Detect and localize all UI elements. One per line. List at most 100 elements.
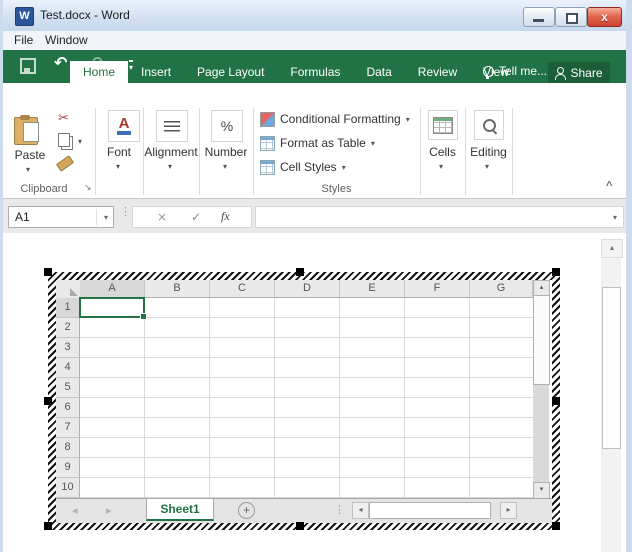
- cells-dropdown-icon: ▾: [439, 162, 443, 171]
- row-header-3[interactable]: 3: [56, 338, 80, 358]
- share-button[interactable]: Share: [548, 62, 610, 83]
- column-header-a[interactable]: A: [80, 280, 145, 298]
- number-group-label: Number: [199, 145, 253, 159]
- select-all-corner[interactable]: [56, 280, 81, 299]
- hscroll-left-icon[interactable]: ◂: [352, 502, 369, 519]
- cells-group-button[interactable]: Cells ▾: [420, 105, 465, 185]
- collapse-ribbon-button[interactable]: ^: [606, 180, 612, 192]
- column-header-d[interactable]: D: [275, 280, 340, 298]
- ribbon-header: ↶ ▾ ↷ ▾ ▾ Home Insert Page Layout Formul…: [0, 50, 632, 83]
- styles-group-label: Styles: [253, 183, 420, 195]
- menu-file[interactable]: File: [14, 33, 33, 47]
- font-group-button[interactable]: A Font ▾: [95, 105, 143, 185]
- percent-icon: %: [211, 110, 243, 142]
- row-header-5[interactable]: 5: [56, 378, 80, 398]
- row-header-8[interactable]: 8: [56, 438, 80, 458]
- sheet-vertical-scrollbar[interactable]: ▴ ▾: [533, 280, 549, 498]
- formula-buttons: × ✓ fx: [132, 206, 252, 228]
- document-scrollbar-thumb[interactable]: [602, 287, 621, 449]
- scroll-up-icon[interactable]: ▴: [601, 239, 623, 258]
- column-header-f[interactable]: F: [405, 280, 470, 298]
- column-header-e[interactable]: E: [340, 280, 405, 298]
- tab-page-layout[interactable]: Page Layout: [184, 61, 277, 83]
- cut-button[interactable]: ✂: [58, 111, 69, 126]
- active-cell-a1[interactable]: [79, 297, 145, 318]
- expand-formula-bar-icon[interactable]: ▾: [613, 213, 617, 222]
- resize-handle-top-middle[interactable]: [296, 268, 304, 276]
- minimize-button[interactable]: [523, 7, 555, 27]
- menu-window[interactable]: Window: [45, 33, 88, 47]
- resize-handle-bottom-right[interactable]: [552, 522, 560, 530]
- sheet-vscroll-thumb[interactable]: [533, 295, 550, 385]
- row-header-6[interactable]: 6: [56, 398, 80, 418]
- number-dropdown-icon: ▾: [223, 162, 227, 171]
- row-header-4[interactable]: 4: [56, 358, 80, 378]
- editing-group-button[interactable]: Editing ▾: [465, 105, 512, 185]
- format-as-table-button[interactable]: Format as Table ▾: [260, 135, 375, 151]
- clipboard-group-label: Clipboard: [6, 183, 82, 195]
- cells-icon: [428, 110, 458, 140]
- editing-group-label: Editing: [465, 145, 512, 159]
- titlebar[interactable]: W Test.docx - Word x: [0, 0, 632, 32]
- tab-formulas[interactable]: Formulas: [277, 61, 353, 83]
- tell-me-box[interactable]: Tell me...: [483, 64, 547, 78]
- fill-handle[interactable]: [140, 313, 147, 320]
- name-box[interactable]: A1 ▾: [8, 206, 114, 228]
- editing-dropdown-icon: ▾: [485, 162, 489, 171]
- tab-data[interactable]: Data: [353, 61, 404, 83]
- restore-button[interactable]: [555, 7, 587, 27]
- column-header-c[interactable]: C: [210, 280, 275, 298]
- share-label: Share: [570, 66, 602, 80]
- save-icon[interactable]: [20, 58, 36, 74]
- menubar: File Window: [0, 31, 632, 50]
- window-border-right: [626, 0, 632, 552]
- formula-input[interactable]: ▾: [255, 206, 624, 228]
- conditional-formatting-button[interactable]: Conditional Formatting ▾: [260, 111, 410, 127]
- cell-styles-button[interactable]: Cell Styles ▾: [260, 159, 346, 175]
- tab-review[interactable]: Review: [405, 61, 470, 83]
- hscroll-thumb[interactable]: [369, 502, 491, 519]
- copy-button[interactable]: [58, 133, 70, 147]
- number-group-button[interactable]: % Number ▾: [199, 105, 253, 185]
- sheet-nav-right-icon[interactable]: ▸: [106, 504, 112, 517]
- undo-button[interactable]: ↶: [54, 53, 67, 72]
- tab-home[interactable]: Home: [70, 61, 128, 83]
- formula-bar: A1 ▾ ⋮ × ✓ fx ▾: [0, 199, 632, 234]
- resize-handle-top-right[interactable]: [552, 268, 560, 276]
- sheet-cells[interactable]: [80, 298, 533, 499]
- paste-dropdown-icon: ▾: [26, 165, 30, 174]
- dropdown-icon: ▾: [342, 163, 346, 172]
- close-button[interactable]: x: [587, 7, 622, 27]
- enter-icon[interactable]: ✓: [191, 210, 201, 224]
- format-painter-button[interactable]: [56, 155, 74, 172]
- row-header-7[interactable]: 7: [56, 418, 80, 438]
- row-header-1[interactable]: 1: [56, 298, 80, 318]
- lightbulb-icon: [483, 66, 494, 77]
- insert-function-icon[interactable]: fx: [221, 209, 230, 224]
- alignment-group-button[interactable]: Alignment ▾: [143, 105, 199, 185]
- resize-handle-top-left[interactable]: [44, 268, 52, 276]
- resize-handle-bottom-middle[interactable]: [296, 522, 304, 530]
- window-title: Test.docx - Word: [40, 8, 130, 22]
- column-header-g[interactable]: G: [470, 280, 533, 298]
- clipboard-dialog-launcher-icon[interactable]: ↘: [84, 183, 92, 193]
- copy-dropdown-icon[interactable]: ▾: [78, 137, 82, 146]
- tab-sheet1[interactable]: Sheet1: [146, 499, 214, 521]
- row-header-10[interactable]: 10: [56, 478, 80, 498]
- sheet-scroll-down-icon[interactable]: ▾: [533, 482, 550, 499]
- resize-handle-middle-left[interactable]: [44, 397, 52, 405]
- row-header-2[interactable]: 2: [56, 318, 80, 338]
- document-vertical-scrollbar[interactable]: ▴: [601, 239, 621, 552]
- column-header-b[interactable]: B: [145, 280, 210, 298]
- paste-button[interactable]: Paste ▾: [10, 110, 50, 176]
- cancel-icon[interactable]: ×: [157, 210, 167, 224]
- new-sheet-button[interactable]: +: [238, 502, 255, 519]
- name-box-dropdown-icon[interactable]: ▾: [104, 213, 108, 222]
- resize-handle-middle-right[interactable]: [552, 397, 560, 405]
- sheet-nav-left-icon[interactable]: ◂: [72, 504, 78, 517]
- row-header-9[interactable]: 9: [56, 458, 80, 478]
- hscroll-right-icon[interactable]: ▸: [500, 502, 517, 519]
- resize-handle-bottom-left[interactable]: [44, 522, 52, 530]
- embedded-worksheet: A B C D E F G 1 2 3 4 5 6 7 8 9 10 ▴ ▾: [56, 280, 552, 522]
- tab-insert[interactable]: Insert: [128, 61, 184, 83]
